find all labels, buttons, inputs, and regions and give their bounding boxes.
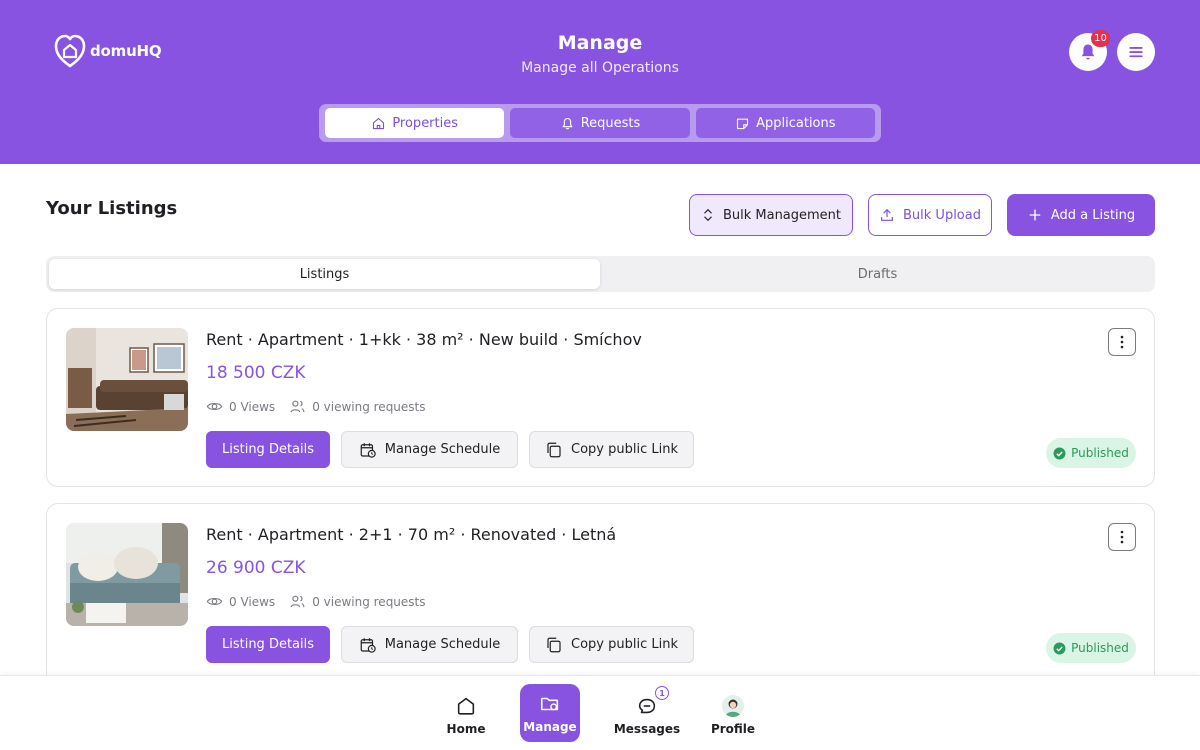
bulk-upload-label: Bulk Upload xyxy=(903,207,981,223)
copy-icon xyxy=(547,637,561,652)
copy-public-link-label: Copy public Link xyxy=(571,637,678,652)
nav-messages[interactable]: Messages 1 xyxy=(607,686,687,744)
views-stat: 0 Views xyxy=(206,593,275,610)
section-title: Your Listings xyxy=(46,198,178,219)
status-badge: Published xyxy=(1046,438,1136,468)
copy-public-link-label: Copy public Link xyxy=(571,442,678,457)
copy-icon xyxy=(547,442,561,457)
manage-schedule-button[interactable]: Manage Schedule xyxy=(341,626,518,663)
viewing-requests-count: 0 viewing requests xyxy=(312,594,426,609)
status-badge: Published xyxy=(1046,633,1136,663)
users-icon xyxy=(290,595,305,608)
listing-title: Rent · Apartment · 1+kk · 38 m² · New bu… xyxy=(206,330,642,349)
views-count: 0 Views xyxy=(229,594,276,609)
chat-bubble-icon xyxy=(638,698,656,713)
note-icon xyxy=(737,118,749,129)
sort-arrows-icon xyxy=(704,208,712,222)
folder-gear-icon xyxy=(540,697,559,710)
views-count: 0 Views xyxy=(229,399,276,414)
tab-requests[interactable]: Requests xyxy=(510,108,690,138)
nav-profile-label: Profile xyxy=(710,721,756,736)
calendar-clock-icon xyxy=(360,442,376,458)
avatar xyxy=(722,694,744,717)
viewing-requests-count: 0 viewing requests xyxy=(312,399,426,414)
more-options-button[interactable] xyxy=(1108,523,1136,551)
listing-stats: 0 Views 0 viewing requests xyxy=(206,593,434,610)
page-subtitle: Manage all Operations xyxy=(521,60,679,76)
listing-details-button[interactable]: Listing Details xyxy=(206,626,330,663)
listing-price: 26 900 CZK xyxy=(206,558,306,578)
manage-schedule-button[interactable]: Manage Schedule xyxy=(341,431,518,468)
section-tabs: Properties Requests Applications xyxy=(319,104,881,142)
bulk-management-label: Bulk Management xyxy=(722,207,842,223)
check-circle-icon xyxy=(1053,642,1066,654)
menu-button[interactable] xyxy=(1117,33,1155,71)
tab-applications[interactable]: Applications xyxy=(695,108,875,138)
app-header: domuHQ Manage Manage all Operations 10 P… xyxy=(0,0,1200,164)
messages-count-badge: 1 xyxy=(655,686,669,700)
listing-card: Rent · Apartment · 1+kk · 38 m² · New bu… xyxy=(46,308,1155,487)
plus-icon xyxy=(1029,209,1041,221)
nav-manage-label: Manage xyxy=(523,719,577,734)
living-room-image xyxy=(66,328,188,431)
listing-details-button[interactable]: Listing Details xyxy=(206,431,330,468)
status-label: Published xyxy=(1071,641,1129,655)
check-circle-icon xyxy=(1053,447,1066,459)
listing-subtabs: Listings Drafts xyxy=(46,256,1155,292)
bulk-management-button[interactable]: Bulk Management xyxy=(689,194,853,236)
kebab-menu-icon xyxy=(1120,335,1124,349)
more-options-button[interactable] xyxy=(1108,328,1136,356)
notification-count-badge: 10 xyxy=(1091,30,1110,47)
user-avatar-icon xyxy=(722,694,744,717)
status-label: Published xyxy=(1071,446,1129,460)
views-stat: 0 Views xyxy=(206,398,275,415)
page-title: Manage xyxy=(557,32,643,54)
manage-schedule-label: Manage Schedule xyxy=(384,442,501,457)
nav-home[interactable]: Home xyxy=(426,686,506,744)
copy-public-link-button[interactable]: Copy public Link xyxy=(529,626,694,663)
nav-messages-label: Messages xyxy=(613,721,681,736)
requests-stat: 0 viewing requests xyxy=(289,593,426,610)
manage-schedule-label: Manage Schedule xyxy=(384,637,501,652)
bulk-upload-button[interactable]: Bulk Upload xyxy=(868,194,992,236)
requests-stat: 0 viewing requests xyxy=(289,398,426,415)
listing-stats: 0 Views 0 viewing requests xyxy=(206,398,434,415)
listing-photo[interactable] xyxy=(66,523,188,626)
bottom-navigation: Home Manage Messages 1 Profile xyxy=(0,675,1200,750)
calendar-clock-icon xyxy=(360,637,376,653)
copy-public-link-button[interactable]: Copy public Link xyxy=(529,431,694,468)
bell-outline-icon xyxy=(562,117,573,129)
listing-title: Rent · Apartment · 2+1 · 70 m² · Renovat… xyxy=(206,525,617,544)
subtab-listings[interactable]: Listings xyxy=(49,259,600,289)
sofa-window-image xyxy=(66,523,188,626)
home-outline-icon xyxy=(457,697,475,715)
listing-photo[interactable] xyxy=(66,328,188,431)
tab-requests-label: Requests xyxy=(580,115,641,131)
tab-applications-label: Applications xyxy=(756,115,836,131)
eye-icon xyxy=(206,598,223,605)
add-listing-button[interactable]: Add a Listing xyxy=(1007,194,1155,236)
tab-properties[interactable]: Properties xyxy=(325,108,505,138)
tab-properties-label: Properties xyxy=(392,115,459,131)
hamburger-menu-icon xyxy=(1129,47,1143,58)
nav-home-label: Home xyxy=(446,721,486,736)
nav-profile[interactable]: Profile xyxy=(693,686,773,744)
subtab-drafts[interactable]: Drafts xyxy=(602,259,1153,289)
listing-price: 18 500 CZK xyxy=(206,363,306,383)
upload-icon xyxy=(881,208,893,221)
nav-manage[interactable]: Manage xyxy=(520,684,580,742)
listing-card: Rent · Apartment · 2+1 · 70 m² · Renovat… xyxy=(46,503,1155,693)
eye-icon xyxy=(206,403,223,410)
users-icon xyxy=(290,400,305,413)
add-listing-label: Add a Listing xyxy=(1050,207,1136,223)
kebab-menu-icon xyxy=(1120,530,1124,544)
home-icon xyxy=(373,117,385,129)
